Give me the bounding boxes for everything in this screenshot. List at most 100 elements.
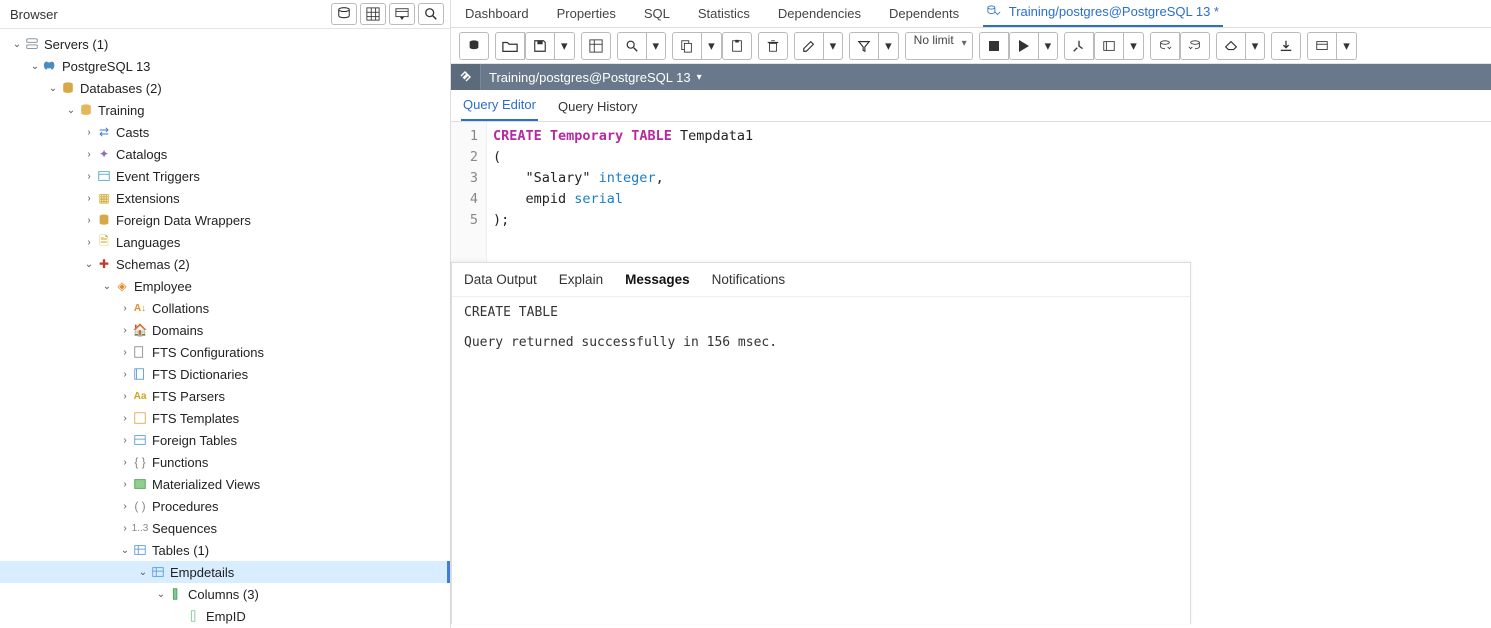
tree-item[interactable]: ›Foreign Tables [0,429,450,451]
tb-execute[interactable] [1009,32,1039,60]
tb-explain-analyze[interactable] [1094,32,1124,60]
tree-item[interactable]: ›( )Procedures [0,495,450,517]
sidebar-btn-filter[interactable] [389,3,415,25]
tb-commit[interactable] [1150,32,1180,60]
conn-status-icon[interactable] [451,64,481,90]
tb-edit-dropdown[interactable]: ▾ [824,32,844,60]
object-tree[interactable]: ⌄Servers (1)⌄PostgreSQL 13⌄Databases (2)… [0,29,450,628]
tree-item[interactable]: ›✦Catalogs [0,143,450,165]
tb-save-dropdown[interactable]: ▾ [555,32,575,60]
tree-item[interactable]: ›Foreign Data Wrappers [0,209,450,231]
tree-item[interactable]: ⌄Empdetails [0,561,450,583]
tb-stop[interactable] [979,32,1009,60]
tb-macros-dropdown[interactable]: ▾ [1337,32,1357,60]
chevron-right-icon[interactable]: › [84,193,94,203]
tab-statistics[interactable]: Statistics [694,0,754,27]
editor-code[interactable]: CREATE Temporary TABLE Tempdata1( "Salar… [487,122,1491,262]
tree-item[interactable]: EmpID [0,605,450,627]
tree-item[interactable]: ⌄Servers (1) [0,33,450,55]
chevron-right-icon[interactable]: › [120,435,130,445]
chevron-right-icon[interactable]: › [84,149,94,159]
out-tab-data[interactable]: Data Output [464,272,537,287]
chevron-right-icon[interactable]: › [120,325,130,335]
tree-item[interactable]: ›🗎Languages [0,231,450,253]
chevron-right-icon[interactable]: › [120,457,130,467]
chevron-down-icon[interactable]: ⌄ [66,105,76,115]
tb-delete[interactable] [758,32,788,60]
tree-item[interactable]: ⌄✚Schemas (2) [0,253,450,275]
tree-item[interactable]: ›{ }Functions [0,451,450,473]
tb-save[interactable] [525,32,555,60]
tree-item[interactable]: ›▦Extensions [0,187,450,209]
chevron-right-icon[interactable]: › [120,347,130,357]
chevron-right-icon[interactable]: › [84,127,94,137]
tab-sql[interactable]: SQL [640,0,674,27]
tree-item[interactable]: ›FTS Dictionaries [0,363,450,385]
chevron-down-icon[interactable]: ⌄ [156,589,166,599]
out-tab-notifications[interactable]: Notifications [712,272,786,287]
tree-item[interactable]: ›Event Triggers [0,165,450,187]
chevron-down-icon[interactable]: ⌄ [30,61,40,71]
chevron-right-icon[interactable]: › [120,501,130,511]
tree-item[interactable]: ⌄Tables (1) [0,539,450,561]
tb-filter[interactable] [849,32,879,60]
chevron-down-icon[interactable]: ⌄ [102,281,112,291]
tb-find[interactable] [617,32,647,60]
chevron-down-icon[interactable]: ⌄ [84,259,94,269]
tree-item[interactable]: ⌄◈Employee [0,275,450,297]
tb-macros[interactable] [1307,32,1337,60]
tb-find-dropdown[interactable]: ▾ [647,32,667,60]
tb-limit-select[interactable]: No limit [905,32,973,60]
tb-edit-grid[interactable] [581,32,611,60]
tree-item[interactable]: ›FTS Configurations [0,341,450,363]
tb-copy-dropdown[interactable]: ▾ [702,32,722,60]
sql-editor[interactable]: 12345 CREATE Temporary TABLE Tempdata1( … [451,122,1491,262]
tab-query-history[interactable]: Query History [556,92,639,121]
tree-item[interactable]: ›AaFTS Parsers [0,385,450,407]
tb-paste[interactable] [722,32,752,60]
tab-dashboard[interactable]: Dashboard [461,0,533,27]
sidebar-btn-grid[interactable] [360,3,386,25]
chevron-right-icon[interactable]: › [120,523,130,533]
tb-edit[interactable] [794,32,824,60]
tree-item[interactable]: ›🏠Domains [0,319,450,341]
chevron-right-icon[interactable]: › [120,413,130,423]
tb-explain-dropdown[interactable]: ▾ [1124,32,1144,60]
chevron-right-icon[interactable]: › [120,369,130,379]
tree-item[interactable]: ⌄Training [0,99,450,121]
chevron-down-icon[interactable]: ⌄ [138,567,148,577]
tb-open-file[interactable] [495,32,525,60]
tb-clear[interactable] [1216,32,1246,60]
tree-item[interactable]: ⌄Databases (2) [0,77,450,99]
sidebar-btn-search[interactable] [418,3,444,25]
chevron-right-icon[interactable]: › [120,391,130,401]
tb-copy[interactable] [672,32,702,60]
tab-query-tool[interactable]: Training/postgres@PostgreSQL 13 * [983,0,1223,27]
tree-item[interactable]: ›Materialized Views [0,473,450,495]
tb-explain[interactable] [1064,32,1094,60]
tb-new-connection[interactable] [459,32,489,60]
sidebar-btn-database[interactable] [331,3,357,25]
tree-item[interactable]: ⌄PostgreSQL 13 [0,55,450,77]
chevron-right-icon[interactable]: › [120,479,130,489]
connection-dropdown-icon[interactable]: ▾ [697,72,702,83]
tree-item[interactable]: ›A↓Collations [0,297,450,319]
chevron-down-icon[interactable]: ⌄ [48,83,58,93]
chevron-right-icon[interactable]: › [84,171,94,181]
tb-download[interactable] [1271,32,1301,60]
chevron-right-icon[interactable]: › [84,237,94,247]
tab-query-editor[interactable]: Query Editor [461,90,538,121]
chevron-right-icon[interactable]: › [120,303,130,313]
tab-properties[interactable]: Properties [553,0,620,27]
tb-filter-dropdown[interactable]: ▾ [879,32,899,60]
out-tab-explain[interactable]: Explain [559,272,603,287]
tb-execute-dropdown[interactable]: ▾ [1039,32,1059,60]
tb-clear-dropdown[interactable]: ▾ [1246,32,1266,60]
tab-dependents[interactable]: Dependents [885,0,963,27]
tb-rollback[interactable] [1180,32,1210,60]
tab-dependencies[interactable]: Dependencies [774,0,865,27]
chevron-down-icon[interactable]: ⌄ [120,545,130,555]
out-tab-messages[interactable]: Messages [625,272,690,287]
tree-item[interactable]: ›⇄Casts [0,121,450,143]
tree-item[interactable]: ›1..3Sequences [0,517,450,539]
